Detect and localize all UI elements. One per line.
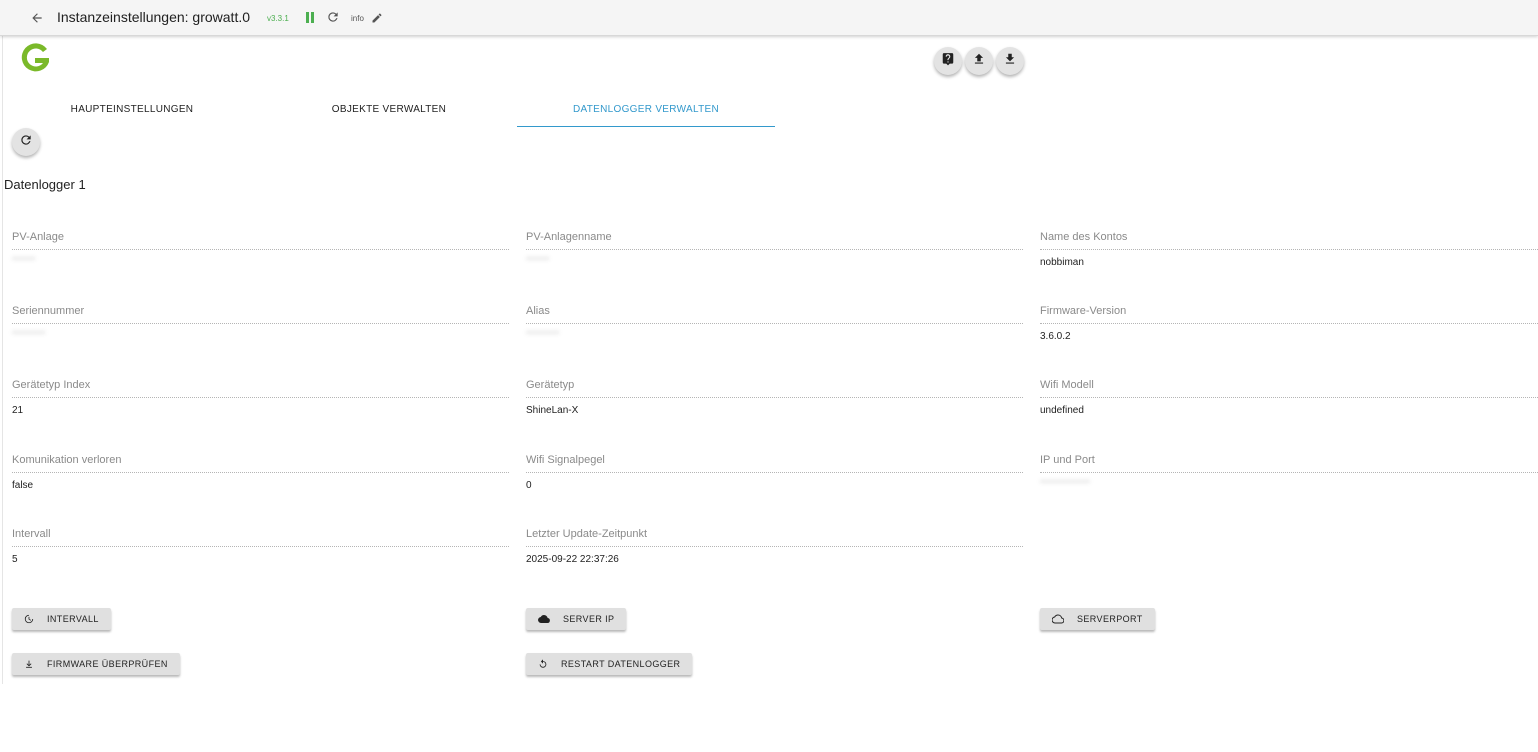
field-underline (12, 249, 509, 250)
info-link[interactable]: info (351, 14, 364, 23)
cloud-outline-icon (1052, 614, 1064, 624)
field-pv-anlage: PV-Anlage ······· (12, 231, 509, 291)
field-kommunikation-verloren: Komunikation verloren false (12, 454, 509, 514)
field-value: ······· (526, 253, 550, 264)
field-firmware-version: Firmware-Version 3.6.0.2 (1040, 305, 1538, 365)
help-icon (941, 52, 955, 71)
button-label: SERVER IP (563, 614, 615, 624)
field-label: PV-Anlagenname (526, 231, 612, 243)
field-seriennummer: Seriennummer ·········· (12, 305, 509, 365)
field-value: 0 (526, 480, 532, 491)
pause-icon[interactable] (304, 11, 316, 24)
button-label: SERVERPORT (1077, 614, 1143, 624)
field-underline (526, 546, 1023, 547)
field-geraetetyp: Gerätetyp ShineLan-X (526, 379, 1023, 439)
field-value: 5 (12, 554, 18, 565)
back-arrow-icon[interactable] (28, 9, 46, 27)
field-label: Seriennummer (12, 305, 85, 317)
field-pv-anlagenname: PV-Anlagenname ······· (526, 231, 1023, 291)
refresh-button[interactable] (12, 128, 40, 156)
restart-icon (539, 659, 547, 668)
field-underline (1040, 397, 1538, 398)
section-title: Datenlogger 1 (4, 177, 86, 192)
download-arrow-icon (26, 660, 32, 668)
field-underline (1040, 249, 1538, 250)
help-button[interactable] (934, 47, 962, 75)
field-underline (526, 472, 1023, 473)
field-underline (12, 397, 509, 398)
field-wifi-modell: Wifi Modell undefined (1040, 379, 1538, 439)
field-label: Intervall (12, 528, 51, 540)
field-label: Gerätetyp (526, 379, 575, 391)
field-letzter-update-zeitpunkt: Letzter Update-Zeitpunkt 2025-09-22 22:3… (526, 528, 1023, 588)
field-name-des-kontos: Name des Kontos nobbiman (1040, 231, 1538, 291)
button-label: RESTART DATENLOGGER (561, 659, 681, 669)
field-value: ·········· (526, 327, 560, 338)
field-wifi-signalpegel: Wifi Signalpegel 0 (526, 454, 1023, 514)
upload-icon (972, 52, 986, 71)
field-underline (526, 323, 1023, 324)
field-value: undefined (1040, 405, 1084, 416)
download-icon (1003, 52, 1017, 71)
field-value: 2025-09-22 22:37:26 (526, 554, 619, 565)
button-label: INTERVALL (47, 614, 99, 624)
cloud-icon (538, 615, 550, 623)
refresh-icon (19, 133, 33, 152)
field-label: Alias (526, 305, 550, 317)
upload-button[interactable] (965, 47, 993, 75)
field-label: Komunikation verloren (12, 454, 122, 466)
download-button[interactable] (996, 47, 1024, 75)
field-value: ·········· (12, 327, 46, 338)
tab-haupteinstellungen[interactable]: HAUPTEINSTELLUNGEN (3, 92, 261, 127)
button-label: FIRMWARE ÜBERPRÜFEN (47, 659, 168, 669)
restart-datenlogger-button[interactable]: RESTART DATENLOGGER (526, 653, 693, 675)
field-label: Letzter Update-Zeitpunkt (526, 528, 648, 540)
field-value: nobbiman (1040, 257, 1084, 268)
firmware-check-button[interactable]: FIRMWARE ÜBERPRÜFEN (12, 653, 180, 675)
tab-datenlogger-verwalten[interactable]: DATENLOGGER VERWALTEN (517, 92, 775, 127)
field-underline (12, 546, 509, 547)
field-label: PV-Anlage (12, 231, 64, 243)
server-ip-button[interactable]: SERVER IP (526, 608, 627, 630)
serverport-button[interactable]: SERVERPORT (1040, 608, 1155, 630)
page-title: Instanzeinstellungen: growatt.0 (57, 9, 251, 25)
field-intervall: Intervall 5 (12, 528, 509, 588)
field-label: Wifi Modell (1040, 379, 1094, 391)
field-label: IP und Port (1040, 454, 1095, 466)
content-divider (2, 36, 3, 684)
tab-objekte-verwalten[interactable]: OBJEKTE VERWALTEN (260, 92, 518, 127)
version-badge: v3.3.1 (267, 14, 289, 23)
intervall-button[interactable]: INTERVALL (12, 608, 111, 630)
timer-icon (24, 614, 34, 624)
field-underline (1040, 323, 1538, 324)
field-underline (12, 323, 509, 324)
field-ip-und-port: IP und Port ··············· (1040, 454, 1538, 514)
edit-pencil-icon[interactable] (371, 11, 383, 23)
field-label: Firmware-Version (1040, 305, 1127, 317)
field-label: Gerätetyp Index (12, 379, 91, 391)
field-value: 21 (12, 405, 24, 416)
field-alias: Alias ·········· (526, 305, 1023, 365)
field-geraetetyp-index: Gerätetyp Index 21 (12, 379, 509, 439)
field-label: Name des Kontos (1040, 231, 1128, 243)
field-value: ······· (12, 253, 36, 264)
field-value: 3.6.0.2 (1040, 331, 1071, 342)
reload-icon[interactable] (326, 10, 340, 24)
field-underline (12, 472, 509, 473)
field-label: Wifi Signalpegel (526, 454, 605, 466)
field-underline (526, 397, 1023, 398)
field-underline (1040, 472, 1538, 473)
app-toolbar: Instanzeinstellungen: growatt.0 v3.3.1 i… (0, 0, 1538, 36)
field-value: ··············· (1040, 476, 1090, 487)
growatt-logo-icon (14, 40, 54, 76)
field-value: false (12, 480, 34, 491)
field-underline (526, 249, 1023, 250)
field-value: ShineLan-X (526, 405, 579, 416)
